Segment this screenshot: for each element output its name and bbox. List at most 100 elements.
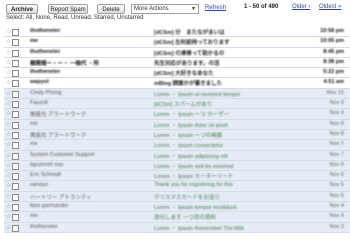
message-subject: Lorem ・ Ipsum adipiscing elit: [154, 153, 228, 159]
star-icon[interactable]: ☆: [6, 110, 11, 117]
row-checkbox[interactable]: [12, 121, 19, 129]
row-checkbox[interactable]: [12, 131, 19, 139]
message-row[interactable]: ☆ 美座光 アラートウーテ Lorem ・ Ipsum 一つの画面 Nov 8: [4, 129, 350, 141]
star-icon[interactable]: ☆: [6, 203, 11, 210]
message-subject: Lorem ・ Ipsum sed do eiusmod: [154, 163, 234, 169]
message-row[interactable]: ☆ ハートリー アトランティ クリスマスカードをお送り Nov 5: [4, 191, 350, 203]
row-checkbox[interactable]: [12, 29, 19, 36]
message-subject: [dCSm] の津帰って助かるの: [154, 50, 225, 56]
message-row[interactable]: ☆ System Customer Support Lorem ・ Ipsum ad…: [4, 150, 350, 161]
more-actions-select[interactable]: More Actions ▼: [131, 4, 199, 14]
message-subject: Lorem ・ Ipsum dolor sit amet: [154, 122, 228, 128]
message-date: Nov 6: [329, 172, 344, 179]
message-date: 5:22 pm: [323, 69, 344, 76]
message-row[interactable]: ☆ fans garmander Lorem ・ Ipsum tempor inci…: [4, 202, 350, 213]
message-date: 10:58 pm: [320, 28, 344, 34]
star-icon[interactable]: ☆: [6, 162, 11, 169]
message-row[interactable]: ☆ 美座光 アラートウーテ Lorem ・ Ipsum 一つ カーザー Nov 9: [4, 109, 350, 120]
message-date: Nov 7: [329, 151, 344, 158]
star-icon[interactable]: ☆: [6, 152, 11, 159]
message-row[interactable]: ☆ me 添付します 一つ目の資料 Nov 4: [4, 212, 350, 223]
row-checkbox[interactable]: [12, 204, 19, 212]
message-date: Nov 4: [329, 213, 344, 220]
message-row[interactable]: ☆ me [dCSm] 左利前持っております 10:05 pm: [4, 37, 350, 48]
row-checkbox[interactable]: [12, 49, 19, 57]
star-icon[interactable]: ☆: [6, 69, 11, 76]
row-checkbox[interactable]: [12, 162, 19, 170]
message-subject: Lorem ・ Ipsum Remember The Milk: [154, 225, 245, 231]
row-checkbox[interactable]: [12, 214, 19, 222]
message-row[interactable]: ☆ thotheneter [dCSm] 大好きなあなた 5:22 pm: [4, 68, 350, 79]
row-checkbox[interactable]: [12, 90, 19, 98]
message-row[interactable]: ☆ thotheneter [dCSm] 分 またながまいは 10:58 pm: [4, 27, 350, 38]
message-sender: Eric Schmidt: [30, 172, 61, 179]
message-subject: Lorem ・ Ipsum 一つ カーザー: [154, 112, 230, 118]
star-icon[interactable]: ☆: [6, 59, 11, 66]
message-sender: me: [30, 120, 38, 127]
more-actions-label: More Actions: [134, 6, 169, 12]
message-subject: Lorem ・ Ipsum tempor incididunt: [154, 205, 237, 211]
oldest-link[interactable]: Oldest »: [319, 4, 341, 10]
star-icon[interactable]: ☆: [6, 182, 11, 189]
delete-button[interactable]: Delete: [97, 4, 125, 14]
message-date: Nov 9: [329, 110, 344, 117]
message-row[interactable]: ☆ ramsyo Thank you for registering for thi…: [4, 181, 350, 192]
message-date: 8:38 pm: [323, 58, 344, 65]
message-subject: [dCSm] スパームがあり: [154, 102, 213, 108]
message-sender: 樹開婚ー・ー・ 一柚代 ・所: [30, 60, 100, 66]
star-icon[interactable]: ☆: [6, 193, 11, 200]
message-subject: mBlog 読誰かが書きました: [154, 81, 223, 87]
message-row[interactable]: ☆ lapserreh eas Lorem ・ Ipsum sed do eiusm…: [4, 160, 350, 172]
star-icon[interactable]: ☆: [6, 224, 11, 231]
star-icon[interactable]: ☆: [6, 49, 11, 56]
message-row[interactable]: ☆ Fauzoll [dCSm] スパームがあり Nov 9: [4, 99, 350, 110]
select-filter-text[interactable]: Select: All, None, Read, Unread, Starred…: [6, 15, 143, 21]
row-checkbox[interactable]: [12, 173, 19, 181]
star-icon[interactable]: ☆: [6, 131, 11, 138]
row-checkbox[interactable]: [12, 80, 19, 88]
row-checkbox[interactable]: [12, 111, 19, 119]
archive-button[interactable]: Archive: [6, 4, 38, 14]
message-sender: 美座光 アラートウーテ: [30, 112, 87, 118]
star-icon[interactable]: ☆: [6, 141, 11, 148]
row-checkbox[interactable]: [12, 152, 19, 160]
chevron-down-icon: ▼: [191, 6, 196, 12]
message-row[interactable]: ☆ me Lorem ・ Ipsum dolor sit amet Nov 8: [4, 119, 350, 130]
select-filter-bar: Select: All, None, Read, Unread, Starred…: [0, 15, 350, 25]
message-subject: Lorem ・ Ipsum カーターリード: [154, 174, 234, 180]
message-row[interactable]: ☆ Cindy Phong Lorem ・ Ipsum ut eiusmod tem…: [4, 88, 350, 100]
star-icon[interactable]: ☆: [6, 213, 11, 220]
message-row[interactable]: ☆ wapyol mBlog 読誰かが書きました 4:51 am: [4, 78, 350, 89]
row-checkbox[interactable]: [12, 142, 19, 150]
message-sender: me: [30, 213, 38, 220]
message-row[interactable]: ☆ thotheneter [dCSm] の津帰って助かるの 8:45 pm: [4, 47, 350, 58]
older-link[interactable]: Older ›: [292, 4, 310, 10]
row-checkbox[interactable]: [12, 193, 19, 201]
message-subject: [dCSm] 大好きなあなた: [154, 71, 214, 77]
message-row[interactable]: ☆ 樹開婚ー・ー・ 一柚代 ・所 先生対応があります。の活 8:38 pm: [4, 57, 350, 69]
message-date: 8:45 pm: [323, 48, 344, 55]
row-checkbox[interactable]: [12, 70, 19, 78]
star-icon[interactable]: ☆: [6, 100, 11, 107]
message-date: Nov 4: [329, 203, 344, 210]
message-row[interactable]: ☆ Eric Schmidt Lorem ・ Ipsum カーターリード Nov 6: [4, 171, 350, 182]
row-checkbox[interactable]: [12, 59, 19, 67]
message-row[interactable]: ☆ me Lorem ・ Ipsum consectetur Nov 7: [4, 140, 350, 151]
row-checkbox[interactable]: [12, 224, 19, 232]
row-checkbox[interactable]: [12, 101, 19, 109]
row-checkbox[interactable]: [12, 183, 19, 191]
refresh-link[interactable]: Refresh: [205, 5, 226, 11]
row-checkbox[interactable]: [12, 39, 19, 47]
report-spam-button[interactable]: Report Spam: [48, 4, 88, 14]
star-icon[interactable]: ☆: [6, 28, 11, 35]
star-icon[interactable]: ☆: [6, 79, 11, 86]
message-row[interactable]: ☆ thotheneter Lorem ・ Ipsum Remember The M…: [4, 222, 350, 233]
message-sender: thotheneter: [30, 223, 58, 230]
star-icon[interactable]: ☆: [6, 121, 11, 128]
action-toolbar: Archive Report Spam Delete More Actions …: [0, 0, 350, 16]
message-date: Nov 10: [326, 89, 344, 96]
message-date: Nov 8: [329, 120, 344, 127]
star-icon[interactable]: ☆: [6, 90, 11, 97]
star-icon[interactable]: ☆: [6, 38, 11, 45]
star-icon[interactable]: ☆: [6, 172, 11, 179]
